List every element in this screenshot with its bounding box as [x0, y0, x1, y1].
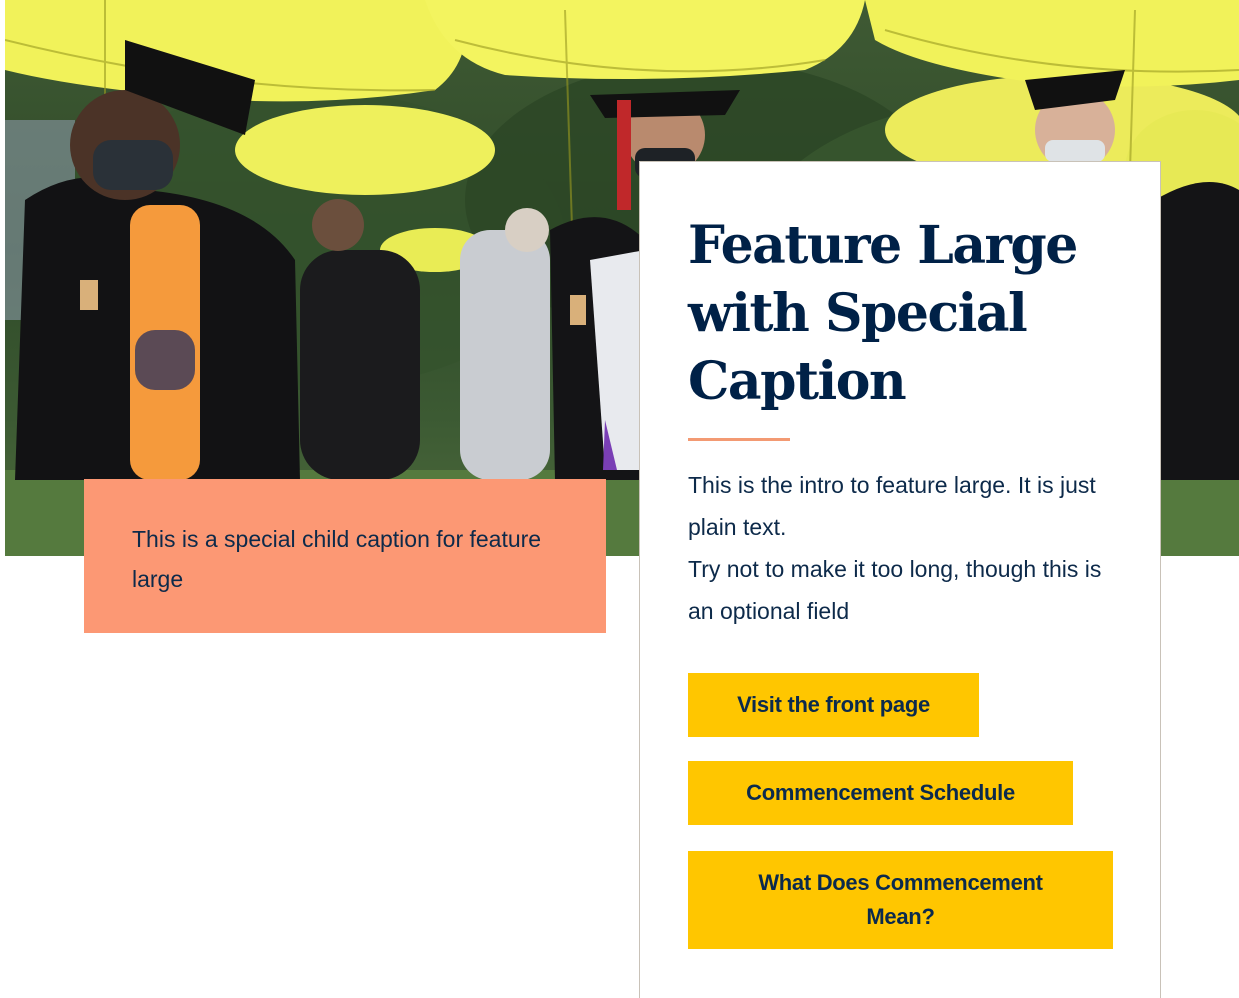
feature-large-section: This is a special child caption for feat… [0, 0, 1239, 998]
commencement-meaning-button[interactable]: What Does Commencement Mean? [688, 851, 1113, 949]
caption-text: This is a special child caption for feat… [132, 526, 542, 592]
intro-line-1: This is the intro to feature large. It i… [688, 472, 1096, 540]
feature-card: Feature Large with Special Caption This … [639, 161, 1161, 998]
feature-intro: This is the intro to feature large. It i… [688, 464, 1118, 632]
special-caption: This is a special child caption for feat… [84, 479, 606, 633]
feature-title: Feature Large with Special Caption [688, 215, 1078, 412]
title-divider [688, 438, 790, 441]
intro-line-2: Try not to make it too long, though this… [688, 556, 1102, 624]
visit-front-page-button[interactable]: Visit the front page [688, 673, 979, 737]
commencement-schedule-button[interactable]: Commencement Schedule [688, 761, 1073, 825]
